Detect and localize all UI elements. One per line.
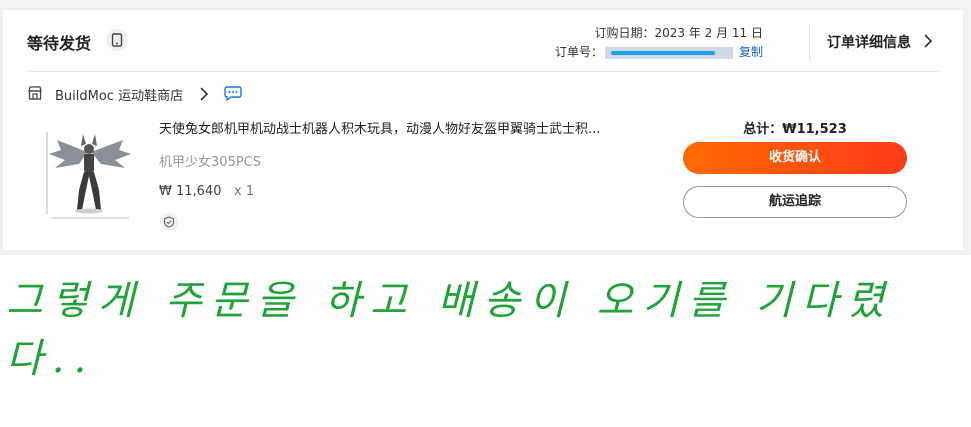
divider <box>27 71 939 72</box>
divider <box>809 26 810 60</box>
chevron-right-icon[interactable] <box>199 86 209 102</box>
product-variant: 机甲少女305PCS <box>159 155 261 170</box>
product-quantity: x 1 <box>234 184 255 199</box>
order-total: 总计：₩11,523 <box>743 122 847 137</box>
order-date: 订购日期：2023 年 2 月 11 日 <box>594 26 763 40</box>
track-shipment-button[interactable]: 航运追踪 <box>683 186 907 218</box>
order-card: 等待发货 订购日期：2023 年 2 月 11 日 订单号： 复制 订单详细信息 … <box>3 10 963 250</box>
order-details-link[interactable]: 订单详细信息 <box>827 32 933 52</box>
status-icon-button[interactable] <box>106 29 128 51</box>
store-icon <box>28 86 42 100</box>
protection-badge[interactable] <box>160 213 178 231</box>
order-details-label: 订单详细信息 <box>827 35 911 51</box>
shield-check-icon <box>163 216 175 228</box>
order-number-redacted <box>604 46 733 59</box>
phone-icon <box>111 33 123 47</box>
copy-link[interactable]: 复制 <box>739 45 763 59</box>
store-name[interactable]: BuildMoc 运动鞋商店 <box>55 85 183 104</box>
product-price: ₩ 11,640 <box>159 184 222 199</box>
order-number: 订单号： 复制 <box>555 43 763 60</box>
product-title[interactable]: 天使兔女郎机甲机动战士机器人积木玩具，动漫人物好友盔甲翼骑士武士积... <box>159 118 600 137</box>
product-thumbnail[interactable] <box>39 124 137 224</box>
order-status: 等待发货 <box>27 34 92 53</box>
chat-icon[interactable] <box>224 85 242 101</box>
caption-text: 그렇게 주문을 하고 배송이 오기를 기다렸다.. <box>6 278 894 382</box>
confirm-receipt-button[interactable]: 收货确认 <box>683 142 907 174</box>
chevron-right-icon <box>924 34 933 48</box>
order-number-label: 订单号： <box>554 45 603 59</box>
